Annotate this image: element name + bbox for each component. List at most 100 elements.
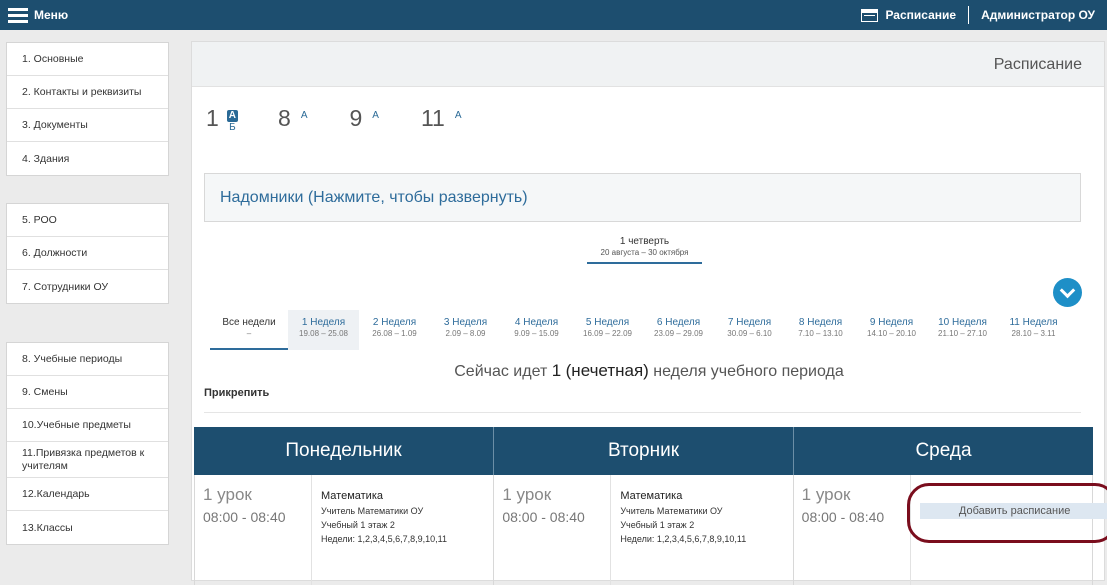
class-1[interactable]: 1 А Б: [206, 105, 239, 134]
schedule-link[interactable]: Расписание: [861, 8, 956, 22]
week-tab-3[interactable]: 3 Неделя 2.09 – 8.09: [430, 310, 501, 350]
main-panel: Расписание 1 А Б 8 А 9 А 11 А Надомники …: [191, 41, 1107, 585]
day-header-tuesday: Вторник: [494, 427, 794, 475]
week-tab-5[interactable]: 5 Неделя 16.09 – 22.09: [572, 310, 643, 350]
lesson-entry[interactable]: Математика Учитель Математики ОУ Учебный…: [611, 475, 792, 585]
week-name: 11 Неделя: [1009, 317, 1058, 328]
top-right-nav: Расписание Администратор ОУ: [861, 0, 1095, 30]
lesson-time: 08:00 - 08:40: [502, 509, 585, 525]
sidebar-item-classes[interactable]: 13.Классы: [7, 511, 168, 544]
day-header-wednesday: Среда: [915, 440, 972, 461]
lesson-subject: Математика: [321, 490, 383, 502]
class-9[interactable]: 9 А: [350, 106, 381, 134]
week-name: 4 Неделя: [514, 317, 559, 328]
class-letters: А: [370, 110, 381, 122]
lesson-entry[interactable]: Математика Учитель Математики ОУ Учебный…: [312, 475, 493, 585]
sidebar-item-shifts[interactable]: 9. Смены: [7, 376, 168, 409]
week-tab-10[interactable]: 10 Неделя 21.10 – 27.10: [927, 310, 998, 350]
quarter-dates: 20 августа – 30 октября: [600, 248, 689, 257]
class-letter-9a[interactable]: А: [370, 110, 381, 122]
sidebar-group-education: 8. Учебные периоды 9. Смены 10.Учебные п…: [6, 342, 169, 545]
quarter-tab[interactable]: 1 четверть 20 августа – 30 октября: [587, 236, 702, 264]
week-dates: 19.08 – 25.08: [299, 329, 348, 338]
class-8[interactable]: 8 А: [278, 106, 309, 134]
menu-button[interactable]: Меню: [8, 6, 68, 24]
sidebar-item-calendar[interactable]: 12.Календарь: [7, 478, 168, 511]
week-tab-4[interactable]: 4 Неделя 9.09 – 15.09: [501, 310, 572, 350]
current-week-prefix: Сейчас идет: [454, 363, 552, 380]
class-number: 1: [206, 105, 219, 131]
sidebar-item-positions[interactable]: 6. Должности: [7, 237, 168, 270]
lesson-info: 1 урок 08:00 - 08:40: [494, 475, 612, 585]
schedule-table: Понедельник Вторник Среда 1 урок 08:00 -…: [194, 427, 1107, 585]
week-dates: 21.10 – 27.10: [938, 329, 987, 338]
class-selector: 1 А Б 8 А 9 А 11 А: [206, 106, 504, 134]
schedule-link-label: Расписание: [885, 8, 957, 22]
schedule-header: Понедельник Вторник Среда: [194, 427, 1093, 475]
week-name: 7 Неделя: [727, 317, 772, 328]
sidebar-item-contacts[interactable]: 2. Контакты и реквизиты: [7, 76, 168, 109]
week-tabs: Все недели – 1 Неделя 19.08 – 25.08 2 Не…: [210, 310, 1069, 350]
class-letter-11a[interactable]: А: [453, 110, 464, 122]
lesson-subject: Математика: [620, 490, 683, 502]
class-letter-1a[interactable]: А: [226, 110, 239, 122]
week-tab-7[interactable]: 7 Неделя 30.09 – 6.10: [714, 310, 785, 350]
week-dates: 7.10 – 13.10: [798, 329, 843, 338]
sidebar-item-employees[interactable]: 7. Сотрудники ОУ: [7, 270, 168, 303]
day-cell-wednesday: 1 урок 08:00 - 08:40 Добавить расписание: [794, 475, 1107, 585]
day-cell-monday: 1 урок 08:00 - 08:40 Математика Учитель …: [195, 475, 495, 585]
sidebar-item-subjects[interactable]: 10.Учебные предметы: [7, 409, 168, 442]
sidebar-item-general[interactable]: 1. Основные: [7, 43, 168, 76]
week-tab-6[interactable]: 6 Неделя 23.09 – 29.09: [643, 310, 714, 350]
week-tab-11[interactable]: 11 Неделя 28.10 – 3.11: [998, 310, 1069, 350]
class-letter-1b[interactable]: Б: [227, 122, 238, 134]
hamburger-icon: [8, 7, 28, 23]
class-letter-8a[interactable]: А: [299, 110, 310, 122]
sidebar-item-buildings[interactable]: 4. Здания: [7, 142, 168, 175]
sidebar-item-study-periods[interactable]: 8. Учебные периоды: [7, 343, 168, 376]
week-tab-all[interactable]: Все недели –: [210, 310, 288, 350]
highlight-circle: [906, 483, 1107, 543]
sidebar-group-general: 1. Основные 2. Контакты и реквизиты 3. Д…: [6, 42, 169, 176]
homebound-toggle[interactable]: Надомники (Нажмите, чтобы развернуть): [204, 173, 1081, 222]
user-menu[interactable]: Администратор ОУ: [981, 8, 1095, 22]
week-tab-1[interactable]: 1 Неделя 19.08 – 25.08: [288, 310, 359, 350]
current-week-number: 1: [551, 361, 562, 380]
week-dates: 14.10 – 20.10: [867, 329, 916, 338]
current-week-parity: (нечетная): [565, 361, 649, 380]
week-name: 5 Неделя: [585, 317, 630, 328]
sidebar-item-documents[interactable]: 3. Документы: [7, 109, 168, 142]
week-name: Все недели: [222, 317, 276, 328]
class-11[interactable]: 11 А: [421, 106, 464, 134]
lesson-number: 1 урок: [502, 485, 552, 504]
class-number: 11: [420, 105, 445, 131]
class-letters: А Б: [226, 110, 239, 134]
calendar-icon: [861, 8, 879, 22]
week-name: 8 Неделя: [798, 317, 843, 328]
lesson-room: Учебный 1 этаж 2: [321, 520, 395, 530]
lesson-room: Учебный 1 этаж 2: [620, 520, 695, 530]
lesson-weeks: Недели: 1,2,3,4,5,6,7,8,9,10,11: [321, 534, 447, 544]
menu-label: Меню: [34, 8, 69, 22]
class-letters: А: [299, 110, 310, 122]
week-name: 1 Неделя: [301, 317, 346, 328]
week-tab-2[interactable]: 2 Неделя 26.08 – 1.09: [359, 310, 430, 350]
class-number: 9: [349, 105, 363, 131]
lesson-teacher: Учитель Математики ОУ: [321, 506, 424, 516]
current-week-suffix: неделя учебного периода: [648, 363, 844, 380]
divider: [204, 412, 1081, 413]
chevron-down-icon[interactable]: [1053, 278, 1082, 307]
day-header-monday: Понедельник: [194, 427, 494, 475]
lesson-weeks: Недели: 1,2,3,4,5,6,7,8,9,10,11: [620, 534, 747, 544]
week-tab-8[interactable]: 8 Неделя 7.10 – 13.10: [785, 310, 856, 350]
week-tab-9[interactable]: 9 Неделя 14.10 – 20.10: [856, 310, 927, 350]
sidebar-item-roo[interactable]: 5. РОО: [7, 204, 168, 237]
attach-link[interactable]: Прикрепить: [204, 387, 269, 399]
week-dates: 23.09 – 29.09: [654, 329, 703, 338]
quarter-title: 1 четверть: [619, 236, 670, 247]
week-name: 3 Неделя: [443, 317, 488, 328]
sidebar: 1. Основные 2. Контакты и реквизиты 3. Д…: [6, 42, 169, 545]
week-name: 6 Неделя: [656, 317, 701, 328]
sidebar-item-subject-teachers[interactable]: 11.Привязка предметов к учителям: [7, 442, 168, 478]
empty-lesson-slot: Добавить расписание: [906, 475, 1107, 585]
